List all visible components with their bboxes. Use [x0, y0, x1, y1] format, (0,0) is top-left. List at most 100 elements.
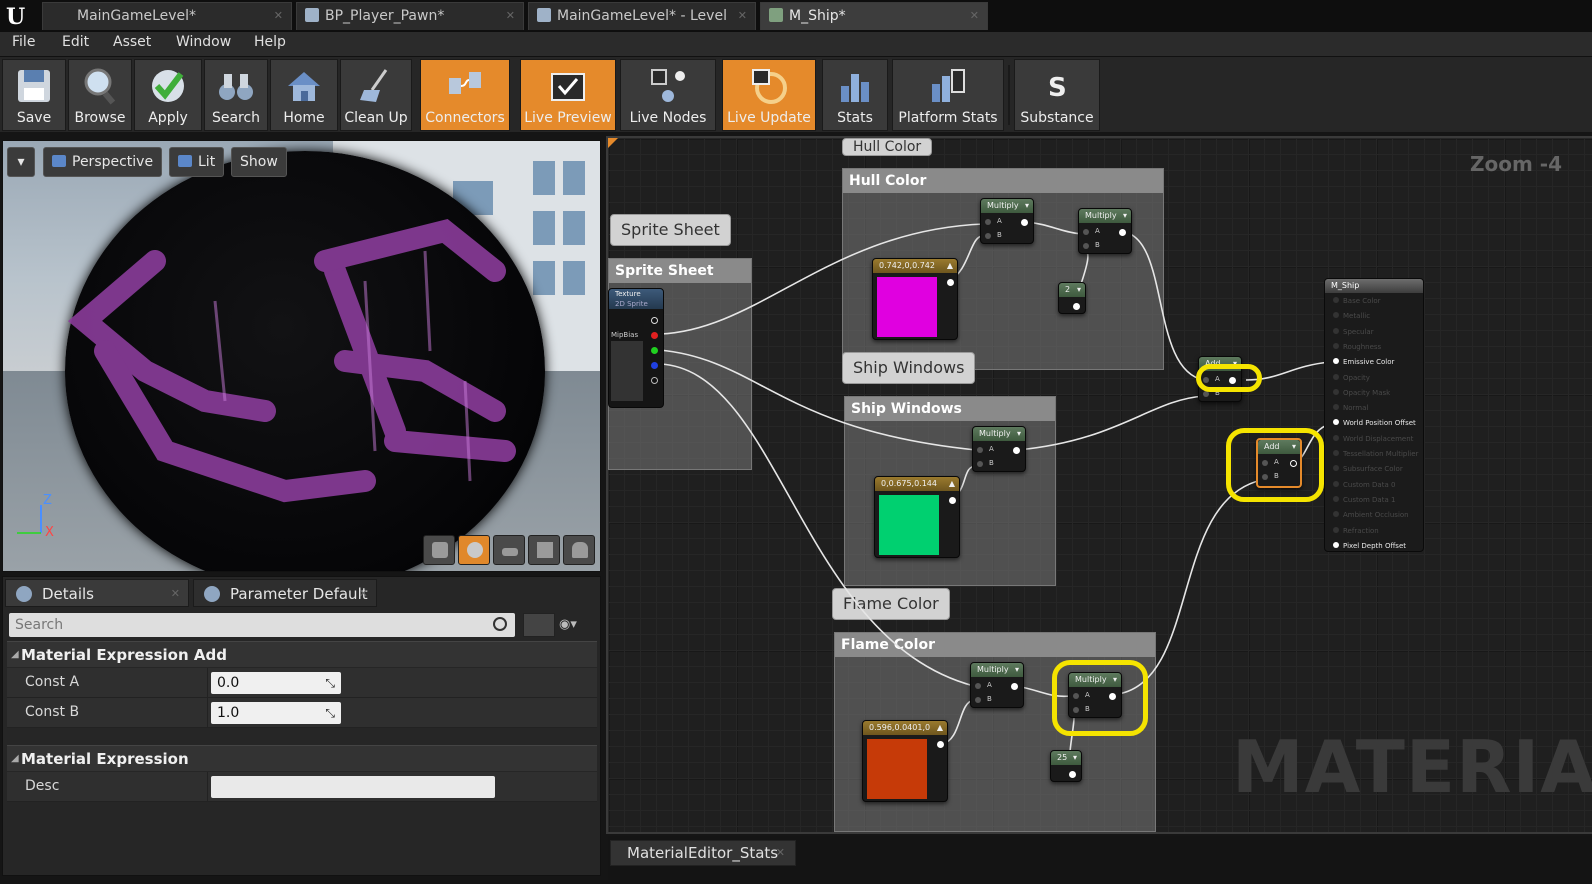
dropdown-arrow-icon: ▾	[1076, 285, 1081, 294]
close-icon[interactable]: ✕	[776, 841, 785, 865]
result-pin-label: Opacity Mask	[1343, 388, 1391, 397]
material-result-node[interactable]: M_Ship Base Color Metallic Specular Roughne…	[1324, 278, 1424, 552]
output-pin[interactable]	[1021, 219, 1028, 226]
output-pin[interactable]	[1073, 303, 1080, 310]
input-pin-a[interactable]	[975, 683, 981, 689]
output-pin[interactable]	[1013, 447, 1020, 454]
result-pin[interactable]: Tessellation Multiplier	[1333, 450, 1418, 458]
collapse-arrow-icon: ▲	[946, 261, 953, 270]
output-pin-a[interactable]	[651, 377, 658, 384]
input-pin-b[interactable]	[985, 233, 991, 239]
scalar-value: 2	[1065, 285, 1071, 294]
result-node-title: M_Ship	[1325, 279, 1423, 293]
output-pin[interactable]	[1011, 683, 1018, 690]
scalar-2-node[interactable]: 2 ▾	[1058, 282, 1086, 314]
input-pin-dot	[1333, 312, 1339, 319]
output-pin-g[interactable]	[651, 347, 658, 354]
input-pin-dot	[1333, 511, 1339, 518]
result-pin-label: World Position Offset	[1343, 419, 1416, 428]
pin-a-label: A	[989, 445, 994, 453]
input-pin-dot	[1333, 388, 1339, 395]
windows-color-constant-node[interactable]: 0,0.675,0.144 ▲	[874, 476, 960, 558]
input-pin-b[interactable]	[975, 697, 981, 703]
result-pin[interactable]: Normal	[1333, 404, 1368, 412]
node-title: Multiply	[1085, 211, 1117, 220]
stats-tab-label: MaterialEditor_Stats	[627, 844, 779, 862]
node-header: 25 ▾	[1051, 751, 1081, 765]
input-pin-a[interactable]	[985, 219, 991, 225]
pin-b-label: B	[989, 459, 994, 467]
result-pin[interactable]: Ambient Occlusion	[1333, 511, 1409, 519]
tab-material-editor-stats[interactable]: MaterialEditor_Stats ✕	[610, 840, 796, 866]
flame-color-constant-node[interactable]: 0.596,0.0401,0 ▲	[862, 720, 948, 802]
input-pin-dot	[1333, 450, 1339, 456]
result-pin[interactable]: Emissive Color	[1333, 358, 1394, 366]
result-pin[interactable]: Custom Data 0	[1333, 480, 1395, 489]
texture-sample-node[interactable]: Texture 2D Sprite MipBias	[608, 288, 664, 408]
result-pin[interactable]: World Displacement	[1333, 434, 1414, 443]
input-pin-b[interactable]	[977, 461, 983, 467]
result-pin[interactable]: Subsurface Color	[1333, 465, 1403, 473]
pin-b-label: B	[987, 695, 992, 703]
node-header: Multiply ▾	[971, 663, 1023, 677]
node-header: Texture 2D Sprite	[609, 289, 663, 309]
node-header: 0,0.675,0.144 ▲	[875, 477, 959, 491]
pin-a-label: A	[987, 681, 992, 689]
input-pin-b[interactable]	[1083, 243, 1089, 249]
result-pin[interactable]: Base Color	[1333, 297, 1381, 305]
scalar-25-node[interactable]: 25 ▾	[1050, 750, 1082, 782]
result-pin[interactable]: Metallic	[1333, 312, 1370, 320]
node-title: Multiply	[987, 201, 1019, 210]
output-pin[interactable]	[949, 497, 956, 504]
input-pin-dot	[1333, 297, 1339, 303]
result-pin[interactable]: Opacity Mask	[1333, 388, 1391, 397]
texture-subtitle: 2D Sprite	[615, 300, 648, 308]
output-pin-rgb[interactable]	[651, 317, 658, 324]
result-pin[interactable]: Pixel Depth Offset	[1333, 541, 1406, 550]
pin-b-label: B	[1095, 241, 1100, 249]
collapse-arrow-icon: ▲	[936, 723, 943, 732]
texture-thumbnail	[611, 341, 643, 401]
node-title: Multiply	[979, 429, 1011, 438]
result-pin[interactable]: Specular	[1333, 327, 1374, 336]
scalar-value: 25	[1057, 753, 1068, 762]
output-pin-b[interactable]	[651, 362, 658, 369]
input-pin-dot	[1333, 404, 1339, 411]
dropdown-arrow-icon: ▾	[1016, 429, 1021, 438]
flame-color-swatch	[867, 739, 927, 799]
hull-multiply-node-2[interactable]: Multiply ▾ A B	[1078, 208, 1132, 254]
output-pin-r[interactable]	[651, 332, 658, 339]
result-pin-label: Subsurface Color	[1343, 465, 1403, 474]
hull-color-constant-node[interactable]: 0.742,0,0.742 ▲	[872, 258, 958, 340]
result-pin[interactable]: Refraction	[1333, 526, 1379, 535]
output-pin[interactable]	[1069, 771, 1076, 778]
material-watermark: MATERIAL	[1232, 725, 1592, 809]
result-pin-label: Ambient Occlusion	[1343, 511, 1409, 520]
result-pin-label: World Displacement	[1343, 434, 1414, 443]
input-pin-dot	[1333, 465, 1339, 472]
result-pin[interactable]: Custom Data 1	[1333, 495, 1396, 504]
result-pin-label: Normal	[1343, 404, 1369, 413]
flame-multiply-node-1[interactable]: Multiply ▾ A B	[970, 662, 1024, 708]
result-pin[interactable]: Opacity	[1333, 373, 1370, 382]
hull-multiply-node-1[interactable]: Multiply ▾ A B	[980, 198, 1034, 244]
result-pin-label: Base Color	[1343, 297, 1381, 305]
result-pin-label: Opacity	[1343, 373, 1370, 382]
result-pin[interactable]: Roughness	[1333, 342, 1381, 351]
input-pin-a[interactable]	[977, 447, 983, 453]
input-pin-dot	[1333, 495, 1339, 502]
result-pin[interactable]: World Position Offset	[1333, 419, 1416, 427]
output-pin[interactable]	[1119, 229, 1126, 236]
material-editor-window: U MainGameLevel* ✕ BP_Player_Pawn* ✕ Mai…	[0, 0, 1592, 884]
output-pin[interactable]	[937, 741, 944, 748]
input-pin-dot	[1333, 419, 1339, 426]
zoom-level: Zoom -4	[1469, 152, 1562, 176]
highlight-ring-add-pin	[1196, 364, 1262, 392]
input-pin-dot	[1333, 373, 1339, 380]
windows-multiply-node[interactable]: Multiply ▾ A B	[972, 426, 1026, 472]
output-pin[interactable]	[947, 279, 954, 286]
input-pin-a[interactable]	[1083, 229, 1089, 235]
hull-const-value: 0.742,0,0.742	[879, 261, 935, 270]
result-pin-label: Custom Data 1	[1343, 495, 1396, 504]
pin-a-label: A	[997, 217, 1002, 225]
